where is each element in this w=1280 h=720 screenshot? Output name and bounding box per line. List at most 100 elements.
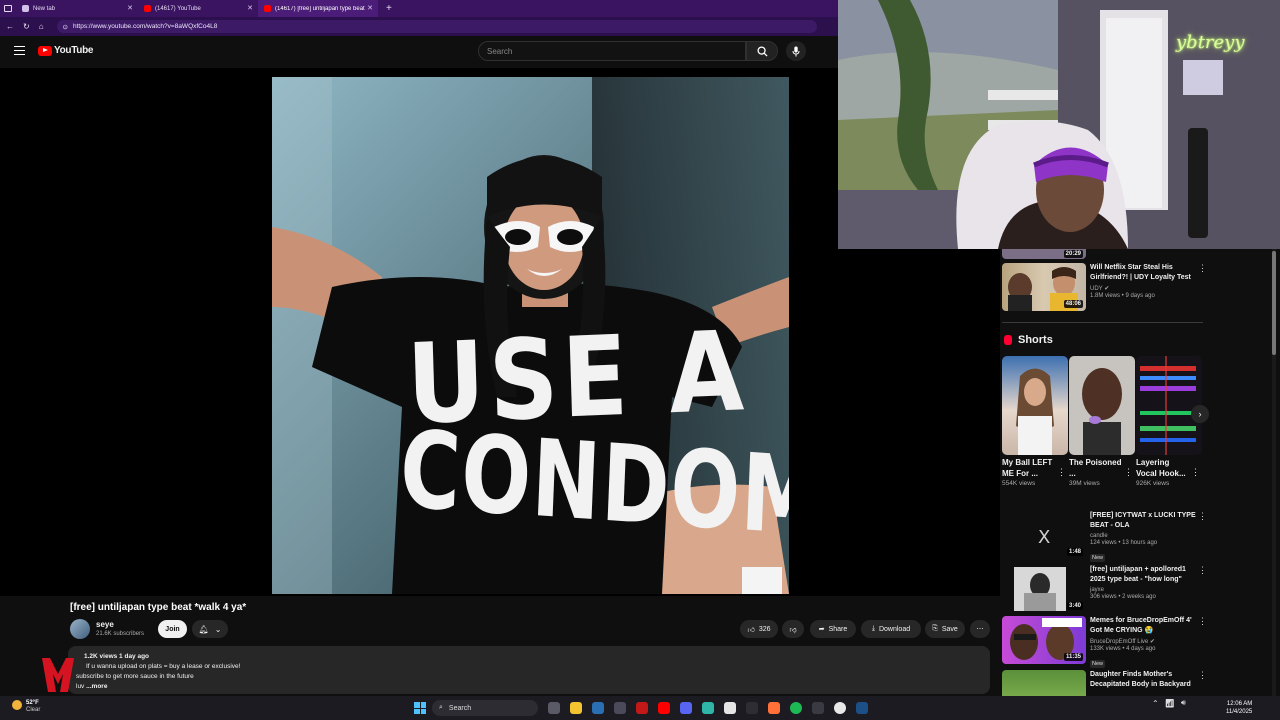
voice-search-button[interactable] (786, 41, 806, 61)
short-thumbnail[interactable] (1069, 356, 1135, 455)
video-title[interactable]: Daughter Finds Mother's Decapitated Body… (1090, 670, 1196, 690)
taskbar-clock[interactable]: 12:06 AM 11/4/2025 (1226, 700, 1252, 716)
short-title[interactable]: Layering Vocal Hook... (1136, 457, 1190, 479)
short-title[interactable]: The Poisoned ... (1069, 457, 1123, 479)
share-button[interactable]: ➦ Share (810, 620, 856, 638)
short-title[interactable]: My Ball LEFT ME For ... (1002, 457, 1056, 479)
video-title[interactable]: [FREE] ICYTWAT x LUCKI TYPE BEAT - OLA (1090, 511, 1196, 531)
obs-icon[interactable] (746, 702, 758, 714)
menu-icon[interactable] (14, 46, 25, 55)
more-vertical-icon[interactable]: ⋮ (1198, 616, 1207, 627)
xbox-app-icon[interactable] (636, 702, 648, 714)
more-vertical-icon[interactable]: ⋮ (1057, 467, 1066, 478)
video-title[interactable]: [free] untiljapan + apollored1 2025 type… (1090, 565, 1196, 585)
youtube-logo[interactable]: YouTube (38, 45, 94, 56)
new-tab-button[interactable]: + (386, 3, 392, 14)
video-thumbnail[interactable]: X 1:48 (1002, 511, 1086, 559)
start-button[interactable] (414, 702, 426, 714)
short-item[interactable]: The Poisoned ... 39M views ⋮ (1069, 356, 1135, 487)
short-item[interactable]: My Ball LEFT ME For ... 554K views ⋮ (1002, 356, 1068, 487)
join-button[interactable]: Join (158, 620, 187, 638)
short-item[interactable]: Layering Vocal Hook... 926K views ⋮ (1136, 356, 1202, 487)
refresh-icon[interactable]: ↻ (23, 22, 30, 31)
youtube-app-icon[interactable] (658, 702, 670, 714)
discord-icon[interactable] (680, 702, 692, 714)
back-arrow-icon[interactable]: ← (6, 22, 14, 31)
search-button[interactable] (746, 41, 778, 61)
dislike-button[interactable]: 👎︎ (782, 620, 804, 638)
video-thumbnail[interactable] (1002, 670, 1086, 696)
terminal-icon[interactable] (812, 702, 824, 714)
more-horizontal-icon: ⋯ (976, 626, 984, 633)
more-vertical-icon[interactable]: ⋮ (1124, 467, 1133, 478)
tab-youtube-home[interactable]: (14617) YouTube ✕ (138, 0, 258, 17)
like-count: 326 (758, 625, 771, 633)
capcut-icon[interactable] (724, 702, 736, 714)
short-thumbnail[interactable] (1136, 356, 1202, 455)
duration-badge: 20:29 (1063, 250, 1083, 258)
home-icon[interactable]: ⌂ (39, 22, 44, 31)
page-scrollbar[interactable] (1270, 249, 1278, 696)
channel-name[interactable]: seye (96, 620, 114, 629)
chevron-up-icon[interactable]: ⌃ (1152, 699, 1159, 708)
svg-text:X: X (1038, 527, 1050, 548)
show-more-link[interactable]: ...more (86, 683, 107, 690)
video-thumbnail[interactable]: 20:29 (1002, 249, 1086, 259)
shorts-next-button[interactable]: › (1191, 405, 1209, 423)
channel-avatar[interactable] (70, 619, 90, 639)
windows-logo-icon (414, 708, 420, 714)
shorts-icon (1004, 335, 1012, 345)
url-text: https://www.youtube.com/watch?v=8aWQxfCo… (73, 23, 218, 30)
spotify-icon[interactable] (790, 702, 802, 714)
volume-icon[interactable]: 🔊︎ (1181, 698, 1186, 708)
task-view-icon[interactable] (548, 702, 560, 714)
close-tab-icon[interactable]: ✕ (127, 4, 133, 12)
video-thumbnail[interactable]: 11:35 (1002, 616, 1086, 664)
channel-name[interactable]: jayxe (1090, 587, 1196, 593)
tab-actions-button[interactable] (0, 0, 16, 17)
video-title[interactable]: Will Netflix Star Steal His Girlfriend?!… (1090, 263, 1196, 283)
youtube-header: YouTube Search (0, 36, 838, 68)
save-button[interactable]: ⎘ Save (925, 620, 965, 638)
more-vertical-icon[interactable]: ⋮ (1198, 565, 1207, 576)
tab-current-video[interactable]: (14617) [free] untiljapan type beat ✕ (258, 0, 378, 17)
more-actions-button[interactable]: ⋯ (970, 620, 990, 638)
site-info-icon[interactable]: ⊙ (63, 23, 68, 31)
chevron-right-icon: › (1198, 409, 1202, 419)
url-field[interactable]: ⊙ https://www.youtube.com/watch?v=8aWQxf… (56, 20, 817, 33)
notification-bell-button[interactable]: 🔔︎ ⌄ (192, 620, 228, 638)
channel-name[interactable]: UDY (1090, 286, 1103, 292)
weather-widget[interactable]: 52°F Clear (26, 700, 40, 714)
more-vertical-icon[interactable]: ⋮ (1198, 670, 1207, 681)
tab-new-tab[interactable]: New tab ✕ (16, 0, 138, 17)
media-app-icon[interactable] (614, 702, 626, 714)
description-box[interactable]: 1.2K views 1 day ago If u wanna upload o… (68, 646, 990, 694)
more-vertical-icon[interactable]: ⋮ (1198, 511, 1207, 522)
edge-browser-icon[interactable] (702, 702, 714, 714)
video-artwork[interactable]: USE A CONDOM (272, 77, 789, 594)
more-vertical-icon[interactable]: ⋮ (1198, 263, 1207, 274)
taskbar-search[interactable]: ⌕ Search (432, 700, 538, 716)
more-vertical-icon[interactable]: ⋮ (1191, 467, 1200, 478)
close-tab-icon[interactable]: ✕ (247, 4, 253, 12)
steam-client-icon[interactable] (856, 702, 868, 714)
channel-name[interactable]: candle (1090, 533, 1196, 539)
short-views: 926K views (1136, 480, 1170, 487)
search-input[interactable]: Search (478, 41, 746, 61)
clock-date: 11/4/2025 (1226, 709, 1253, 715)
file-explorer-icon[interactable] (570, 702, 582, 714)
download-button[interactable]: ⤓ Download (861, 620, 921, 638)
share-icon: ➦ (818, 626, 825, 633)
video-title[interactable]: Memes for BruceDropEmOff 4' Got Me CRYIN… (1090, 616, 1196, 636)
youtube-play-icon (38, 45, 52, 56)
short-thumbnail[interactable] (1002, 356, 1068, 455)
like-button[interactable]: 👍︎ 326 (740, 620, 778, 638)
steam-icon[interactable] (592, 702, 604, 714)
video-thumbnail[interactable]: 3:40 (1002, 565, 1086, 613)
firefox-icon[interactable] (768, 702, 780, 714)
channel-name[interactable]: BruceDropEmOff Live (1090, 639, 1148, 645)
video-thumbnail[interactable]: 48:06 (1002, 263, 1086, 311)
chrome-icon[interactable] (834, 702, 846, 714)
network-icon[interactable]: 📶︎ (1165, 699, 1175, 708)
close-tab-icon[interactable]: ✕ (367, 4, 373, 12)
